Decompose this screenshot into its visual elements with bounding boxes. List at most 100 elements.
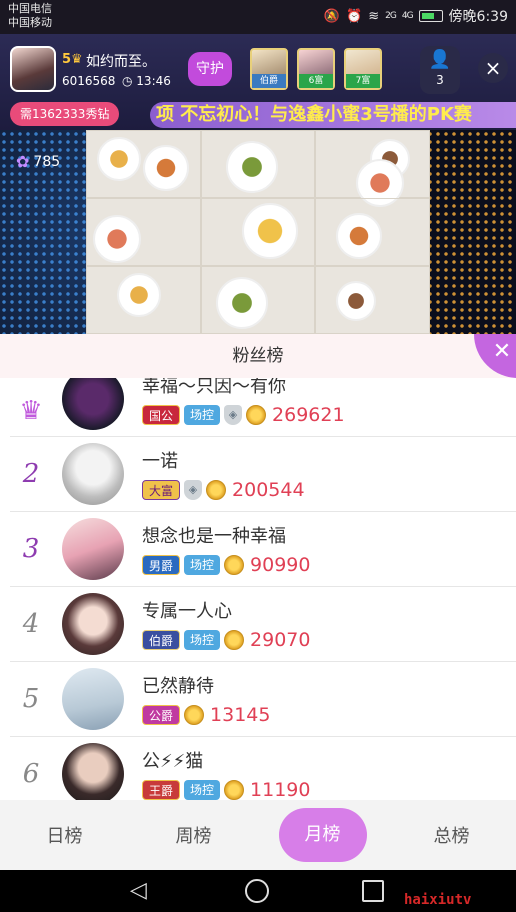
live-video[interactable]: ✿ 785: [0, 130, 516, 334]
user-name: 公⚡⚡猫: [142, 751, 204, 772]
host-avatar[interactable]: [10, 46, 56, 92]
ranking-row[interactable]: 6 公⚡⚡猫 王爵 场控 11190: [10, 737, 516, 800]
rank-number: 6: [22, 759, 40, 789]
ranking-row[interactable]: 4 专属一人心 伯爵 场控 29070: [10, 587, 516, 662]
coin-icon: [224, 630, 245, 650]
rank-number: 4: [22, 609, 40, 639]
panel-title: 粉丝榜: [0, 334, 516, 378]
user-score: 11190: [250, 779, 311, 800]
host-duration: ◷ 13:46: [122, 74, 171, 88]
title-badge: 王爵: [142, 780, 181, 800]
ranking-row[interactable]: 3 想念也是一种幸福 男爵 场控 90990: [10, 512, 516, 587]
user-score: 200544: [232, 479, 305, 501]
back-icon[interactable]: ◁: [130, 878, 147, 903]
announcement-marquee: 项 不忘初心！与逸鑫小蜜3号播的PK赛: [150, 102, 516, 128]
room-control-badge: 场控: [184, 555, 221, 575]
host-name: 如约而至。: [86, 54, 156, 70]
host-id: 6016568: [62, 74, 116, 88]
user-score: 29070: [250, 629, 311, 651]
tab-total[interactable]: 总榜: [387, 822, 516, 848]
user-badges: 伯爵 场控 29070: [142, 629, 310, 651]
ranking-row[interactable]: ♛ 幸福～只因～有你 国公 场控 ◈ 269621: [10, 378, 516, 437]
user-badges: 大富 ◈ 200544: [142, 479, 305, 501]
home-icon[interactable]: [245, 879, 269, 903]
status-time: 傍晚6:39: [448, 9, 508, 25]
user-name: 专属一人心: [142, 601, 232, 622]
rank-number: 5: [22, 684, 40, 714]
ranking-row[interactable]: 2 一诺 大富 ◈ 200544: [10, 437, 516, 512]
person-icon: 👤: [428, 49, 452, 70]
viewer-avatar[interactable]: 7富: [344, 48, 382, 90]
user-name: 幸福～只因～有你: [142, 378, 286, 397]
user-avatar[interactable]: [62, 743, 124, 800]
user-badges: 男爵 场控 90990: [142, 554, 310, 576]
tab-monthly[interactable]: 月榜: [258, 808, 387, 862]
user-score: 13145: [210, 704, 271, 726]
coin-icon: [206, 480, 227, 500]
shield-icon: ◈: [224, 405, 243, 425]
user-avatar[interactable]: [62, 668, 124, 730]
crown-icon: ♛: [71, 52, 83, 67]
user-badges: 国公 场控 ◈ 269621: [142, 404, 345, 426]
title-badge: 国公: [142, 405, 181, 425]
carrier-2: 中国移动: [8, 16, 52, 29]
clock-icon: ◷: [122, 74, 137, 88]
guard-button[interactable]: 守护: [188, 52, 232, 86]
user-name: 已然静待: [142, 676, 214, 697]
ranking-tabs: 日榜 周榜 月榜 总榜: [0, 800, 516, 870]
user-badges: 王爵 场控 11190: [142, 779, 310, 800]
battery-icon: [418, 10, 443, 22]
shield-icon: ◈: [184, 480, 203, 500]
close-icon: ✕: [492, 339, 512, 364]
viewer-count-button[interactable]: 👤 3: [420, 46, 460, 94]
title-badge: 公爵: [142, 705, 181, 725]
alarm-icon: ⏰: [346, 8, 363, 24]
coin-icon: [224, 555, 245, 575]
room-control-badge: 场控: [184, 780, 221, 800]
mute-icon: 🔕: [323, 8, 341, 24]
crown-rank-icon: ♛: [19, 396, 43, 426]
status-bar: 中国电信 中国移动 🔕 ⏰ ≋ 2G 4G 傍晚6:39: [0, 0, 516, 34]
tab-weekly[interactable]: 周榜: [129, 822, 258, 848]
fans-ranking-panel: 粉丝榜 ✕ ♛ 幸福～只因～有你 国公 场控 ◈ 269621 2 一诺 大富 …: [0, 334, 516, 870]
flower-counter: ✿ 785: [16, 152, 60, 171]
user-badges: 公爵 13145: [142, 704, 270, 726]
viewer-tag: 伯爵: [252, 74, 286, 88]
title-badge: 男爵: [142, 555, 181, 575]
video-frame-food: [86, 130, 430, 334]
viewer-count: 3: [436, 73, 444, 87]
user-avatar[interactable]: [62, 593, 124, 655]
user-avatar[interactable]: [62, 518, 124, 580]
need-diamonds-badge: 需1362333秀钻: [10, 102, 120, 126]
wifi-icon: ≋: [368, 8, 380, 24]
live-header: 5♛ 如约而至。 6016568 ◷ 13:46 守护 伯爵 6富 7富 👤 3…: [0, 34, 516, 130]
ranking-row[interactable]: 5 已然静待 公爵 13145: [10, 662, 516, 737]
user-name: 想念也是一种幸福: [142, 526, 286, 547]
user-avatar[interactable]: [62, 443, 124, 505]
signal-2g-icon: 2G: [385, 11, 397, 21]
recent-apps-icon[interactable]: [362, 880, 384, 902]
rank-number: 3: [22, 534, 40, 564]
title-badge: 大富: [142, 480, 181, 500]
user-avatar[interactable]: [62, 378, 124, 430]
user-score: 269621: [272, 404, 345, 426]
flower-count: 785: [33, 153, 61, 170]
close-live-button[interactable]: ×: [478, 53, 508, 83]
tab-daily[interactable]: 日榜: [0, 822, 129, 848]
room-control-badge: 场控: [184, 630, 221, 650]
carrier-1: 中国电信: [8, 2, 52, 15]
ranking-list[interactable]: ♛ 幸福～只因～有你 国公 场控 ◈ 269621 2 一诺 大富 ◈ 2005…: [0, 378, 516, 800]
watermark: haixiutv: [404, 892, 472, 908]
room-control-badge: 场控: [184, 405, 221, 425]
flower-icon: ✿: [16, 152, 30, 171]
status-icons: 🔕 ⏰ ≋ 2G 4G 傍晚6:39: [324, 6, 508, 26]
signal-4g-icon: 4G: [401, 11, 414, 21]
system-nav-bar: ◁ haixiutv: [0, 870, 516, 912]
stage-lights-right: [426, 130, 516, 334]
user-name: 一诺: [142, 451, 178, 472]
viewer-tag: 7富: [346, 74, 380, 88]
viewer-avatar[interactable]: 6富: [297, 48, 335, 90]
app-screen: 中国电信 中国移动 🔕 ⏰ ≋ 2G 4G 傍晚6:39 5♛ 如约而至。 60…: [0, 0, 516, 912]
rank-number: 2: [22, 459, 40, 489]
viewer-avatar[interactable]: 伯爵: [250, 48, 288, 90]
